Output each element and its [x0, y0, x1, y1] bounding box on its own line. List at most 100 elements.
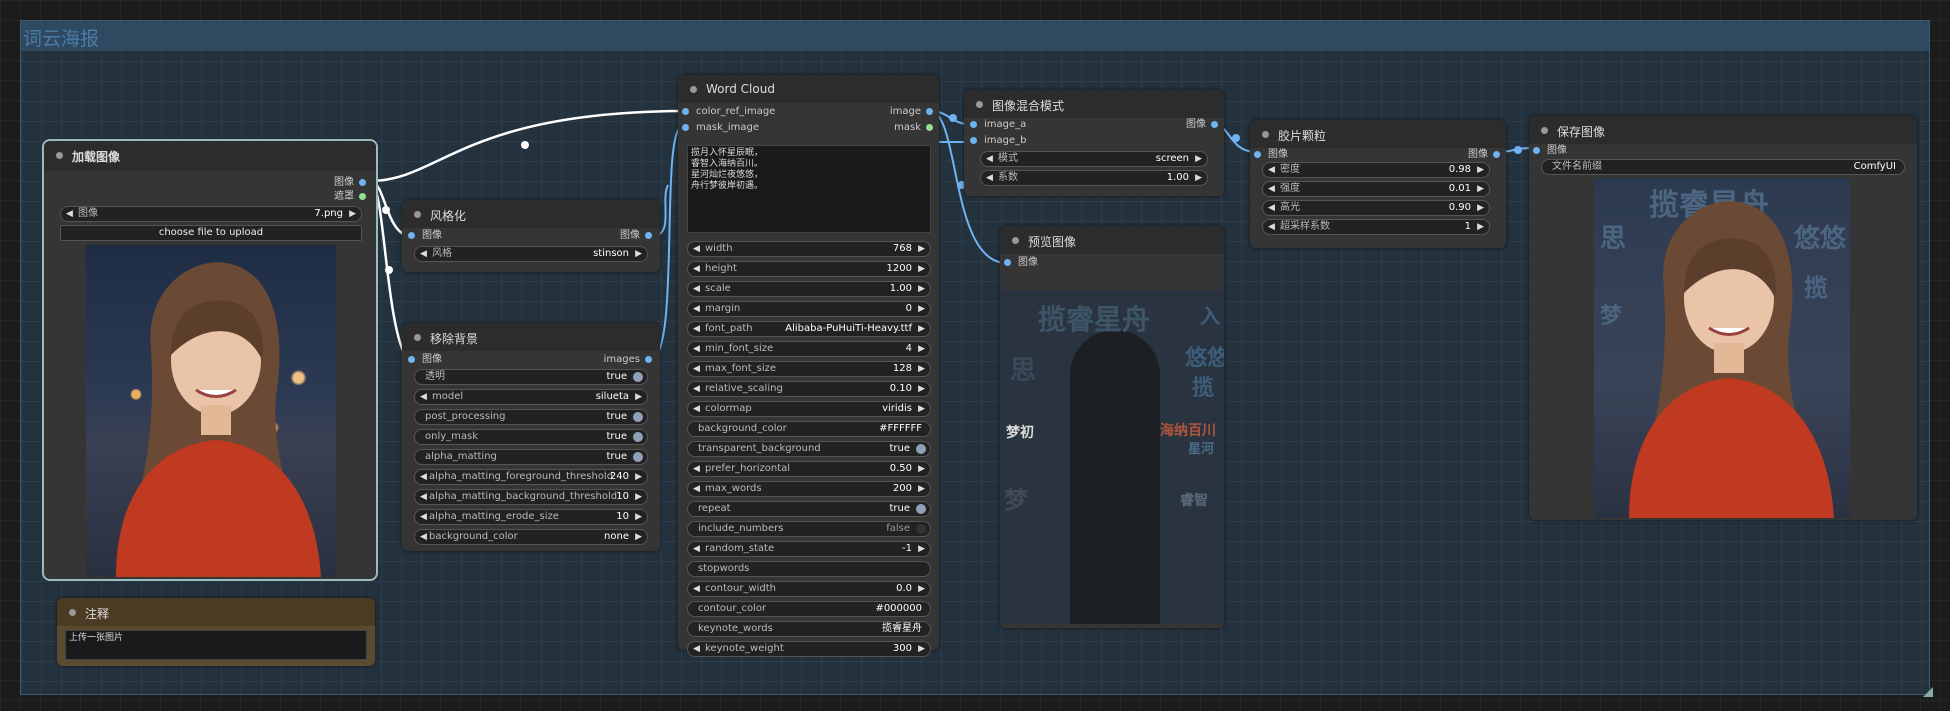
output-dot[interactable]: [926, 108, 933, 115]
node-note[interactable]: 注释 上传一张图片: [57, 598, 375, 666]
input-dot[interactable]: [1533, 147, 1540, 154]
widget-model[interactable]: ◀ model silueta ▶: [414, 389, 648, 405]
widget-include-numbers[interactable]: include_numbers false: [687, 521, 931, 537]
input-dot[interactable]: [408, 232, 415, 239]
output-mask[interactable]: mask: [894, 121, 933, 135]
widget-transparent[interactable]: 透明 true: [414, 369, 648, 385]
widget-max-words[interactable]: ◀ max_words 200 ▶: [687, 481, 931, 497]
arrow-right-icon[interactable]: ▶: [635, 470, 642, 484]
node-load-image[interactable]: 加载图像 图像 遮罩 ◀ 图像 7.png ▶ choose file to u…: [42, 139, 378, 581]
arrow-left-icon[interactable]: ◀: [693, 582, 700, 596]
arrow-left-icon[interactable]: ◀: [693, 362, 700, 376]
arrow-left-icon[interactable]: ◀: [693, 542, 700, 556]
toggle-icon[interactable]: [633, 452, 643, 462]
node-collapse-dot[interactable]: [56, 152, 63, 159]
node-save-image[interactable]: 保存图像 图像 文件名前缀 ComfyUI 揽睿星舟 悠悠 思 揽 梦: [1529, 116, 1917, 520]
arrow-right-icon[interactable]: ▶: [918, 402, 925, 416]
upload-button[interactable]: choose file to upload: [60, 225, 362, 241]
widget-only-mask[interactable]: only_mask true: [414, 429, 648, 445]
arrow-left-icon[interactable]: ◀: [420, 530, 427, 544]
node-collapse-dot[interactable]: [69, 609, 76, 616]
output-dot[interactable]: [1493, 151, 1500, 158]
arrow-right-icon[interactable]: ▶: [918, 542, 925, 556]
arrow-right-icon[interactable]: ▶: [918, 482, 925, 496]
arrow-left-icon[interactable]: ◀: [693, 482, 700, 496]
input-image[interactable]: 图像: [408, 229, 442, 243]
widget-supersample[interactable]: ◀ 超采样系数 1 ▶: [1262, 219, 1490, 235]
node-collapse-dot[interactable]: [414, 211, 421, 218]
output-dot[interactable]: [359, 179, 366, 186]
output-image[interactable]: 图像: [620, 229, 652, 243]
widget-width[interactable]: ◀ width 768 ▶: [687, 241, 931, 257]
toggle-icon[interactable]: [633, 432, 643, 442]
node-remove-background[interactable]: 移除背景 图像 images 透明 true ◀ model silueta ▶…: [402, 323, 660, 551]
widget-highlights[interactable]: ◀ 高光 0.90 ▶: [1262, 200, 1490, 216]
arrow-left-icon[interactable]: ◀: [693, 402, 700, 416]
widget-density[interactable]: ◀ 密度 0.98 ▶: [1262, 162, 1490, 178]
arrow-right-icon[interactable]: ▶: [918, 582, 925, 596]
output-dot[interactable]: [926, 124, 933, 131]
node-header[interactable]: 胶片颗粒: [1250, 120, 1506, 148]
arrow-left-icon[interactable]: ◀: [66, 207, 73, 221]
input-image-a[interactable]: image_a: [970, 118, 1026, 132]
style-select[interactable]: ◀ 风格 stinson ▶: [414, 246, 648, 262]
arrow-right-icon[interactable]: ▶: [918, 362, 925, 376]
node-header[interactable]: 预览图像: [1000, 226, 1224, 254]
arrow-left-icon[interactable]: ◀: [420, 247, 427, 261]
widget-min-font-size[interactable]: ◀ min_font_size 4 ▶: [687, 341, 931, 357]
text-input[interactable]: 揽月入怀星辰眠， 睿智入海纳百川。 星河灿烂夜悠悠， 舟行梦彼岸初遇。: [687, 145, 931, 233]
mode-select[interactable]: ◀ 模式 screen ▶: [980, 151, 1208, 167]
widget-prefer-horizontal[interactable]: ◀ prefer_horizontal 0.50 ▶: [687, 461, 931, 477]
arrow-right-icon[interactable]: ▶: [918, 342, 925, 356]
output-dot[interactable]: [1211, 121, 1218, 128]
output-image[interactable]: image: [890, 105, 933, 119]
arrow-right-icon[interactable]: ▶: [918, 462, 925, 476]
output-images[interactable]: images: [604, 353, 652, 367]
widget-transparent-background[interactable]: transparent_background true: [687, 441, 931, 457]
filename-prefix-input[interactable]: 文件名前缀 ComfyUI: [1541, 159, 1905, 175]
widget-keynote-words[interactable]: keynote_words 揽睿星舟: [687, 621, 931, 637]
node-header[interactable]: 加载图像: [44, 141, 376, 171]
output-mask[interactable]: 遮罩: [334, 190, 366, 204]
arrow-left-icon[interactable]: ◀: [693, 242, 700, 256]
widget-keynote-weight[interactable]: ◀ keynote_weight 300 ▶: [687, 641, 931, 657]
arrow-right-icon[interactable]: ▶: [918, 282, 925, 296]
input-image[interactable]: 图像: [1533, 144, 1567, 158]
output-image[interactable]: 图像: [334, 176, 366, 190]
arrow-right-icon[interactable]: ▶: [918, 322, 925, 336]
widget-height[interactable]: ◀ height 1200 ▶: [687, 261, 931, 277]
arrow-left-icon[interactable]: ◀: [693, 322, 700, 336]
arrow-left-icon[interactable]: ◀: [1268, 163, 1275, 177]
widget-intensity[interactable]: ◀ 强度 0.01 ▶: [1262, 181, 1490, 197]
arrow-left-icon[interactable]: ◀: [693, 462, 700, 476]
arrow-left-icon[interactable]: ◀: [1268, 182, 1275, 196]
output-dot[interactable]: [359, 193, 366, 200]
node-collapse-dot[interactable]: [1541, 127, 1548, 134]
widget-fg-threshold[interactable]: ◀ alpha_matting_foreground_threshold 240…: [414, 469, 648, 485]
arrow-left-icon[interactable]: ◀: [693, 342, 700, 356]
arrow-left-icon[interactable]: ◀: [420, 490, 427, 504]
toggle-icon[interactable]: [916, 504, 926, 514]
node-collapse-dot[interactable]: [690, 86, 697, 93]
arrow-right-icon[interactable]: ▶: [918, 262, 925, 276]
input-mask-image[interactable]: mask_image: [682, 121, 759, 135]
arrow-left-icon[interactable]: ◀: [693, 262, 700, 276]
arrow-right-icon[interactable]: ▶: [1477, 182, 1484, 196]
arrow-right-icon[interactable]: ▶: [1477, 220, 1484, 234]
widget-relative-scaling[interactable]: ◀ relative_scaling 0.10 ▶: [687, 381, 931, 397]
widget-font-path[interactable]: ◀ font_path Alibaba-PuHuiTi-Heavy.ttf ▶: [687, 321, 931, 337]
arrow-right-icon[interactable]: ▶: [349, 207, 356, 221]
arrow-left-icon[interactable]: ◀: [986, 152, 993, 166]
arrow-right-icon[interactable]: ▶: [918, 302, 925, 316]
widget-max-font-size[interactable]: ◀ max_font_size 128 ▶: [687, 361, 931, 377]
resize-corner-icon[interactable]: [1923, 687, 1933, 697]
arrow-right-icon[interactable]: ▶: [918, 642, 925, 656]
node-collapse-dot[interactable]: [1262, 131, 1269, 138]
arrow-left-icon[interactable]: ◀: [1268, 220, 1275, 234]
group-header[interactable]: 词云海报: [21, 21, 1929, 51]
node-header[interactable]: 移除背景: [402, 323, 660, 351]
arrow-right-icon[interactable]: ▶: [635, 390, 642, 404]
input-image[interactable]: 图像: [1004, 256, 1038, 270]
widget-bg-threshold[interactable]: ◀ alpha_matting_background_threshold 10 …: [414, 489, 648, 505]
widget-random-state[interactable]: ◀ random_state -1 ▶: [687, 541, 931, 557]
